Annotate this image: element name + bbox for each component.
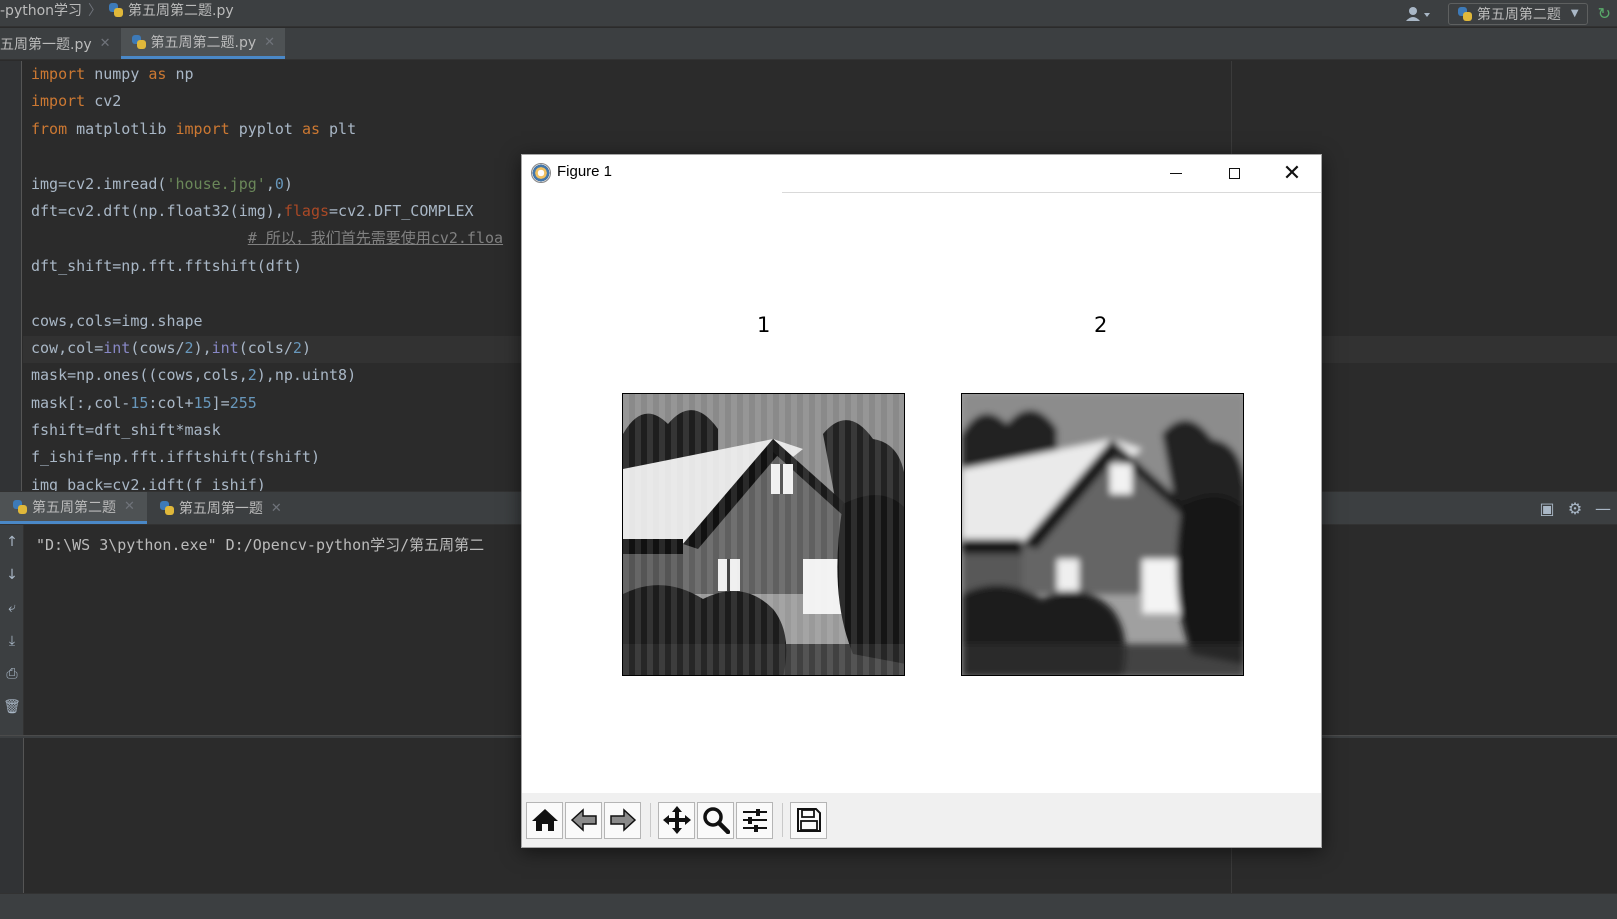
figure-title: Figure 1	[557, 163, 613, 180]
maximize-button[interactable]	[1205, 155, 1263, 192]
navbar-actions: 第五周第二题 ▼ ↻	[1398, 0, 1617, 27]
figure-canvas[interactable]: 1 2	[522, 193, 1321, 778]
close-button[interactable]: ✕	[1263, 155, 1321, 192]
code-lines: import numpy as np import cv2 from matplot…	[31, 61, 503, 491]
save-icon	[796, 808, 821, 832]
python-file-icon	[1457, 6, 1473, 22]
back-icon	[570, 808, 597, 832]
minimize-icon[interactable]: —	[1589, 494, 1617, 522]
arrow-up-icon[interactable]: ↑	[0, 525, 24, 558]
toolbar-separator	[650, 803, 651, 837]
subplot-2-image	[961, 393, 1244, 676]
editor-tabs: 五周第一题.py ✕ 第五周第二题.py ✕	[0, 28, 1617, 60]
rerun-icon[interactable]: ↻	[1598, 4, 1611, 23]
scroll-to-end-icon[interactable]: ⤓	[0, 624, 24, 657]
home-button[interactable]	[526, 801, 563, 839]
code-line: import numpy as np	[31, 65, 194, 83]
python-file-icon	[12, 499, 28, 515]
breadcrumb-project[interactable]: -python学习	[0, 0, 82, 20]
run-configuration-select[interactable]: 第五周第二题 ▼	[1447, 2, 1588, 25]
breadcrumb-separator: 〉	[88, 3, 103, 19]
editor-tab-second[interactable]: 第五周第二题.py ✕	[120, 28, 286, 59]
house-image-blurred	[962, 394, 1243, 675]
figure-titlebar[interactable]: Figure 1 ✕	[522, 155, 1321, 192]
code-line: img_back=cv2.idft(f_ishif)	[31, 475, 266, 491]
close-icon[interactable]: ✕	[124, 499, 135, 514]
run-tab-label: 第五周第二题	[32, 499, 116, 516]
run-tab-first[interactable]: 第五周第一题 ✕	[147, 492, 294, 524]
gear-icon[interactable]: ⚙	[1561, 494, 1589, 522]
house-image-filtered	[623, 394, 904, 675]
console-output: "D:\WS 3\python.exe" D:/Opencv-python学习/…	[36, 536, 485, 554]
editor-tab-first[interactable]: 五周第一题.py ✕	[0, 28, 121, 59]
code-line: dft=cv2.dft(np.float32(img),flags=cv2.DF…	[31, 201, 474, 220]
navigation-bar: -python学习 〉 第五周第二题.py 第五周第二题 ▼ ↻	[0, 0, 1617, 27]
minimize-icon	[1170, 173, 1182, 174]
code-line: import cv2	[31, 92, 122, 111]
python-file-icon	[159, 500, 175, 516]
lower-editor-gutter	[0, 738, 24, 893]
code-line: cow,col=int(cows/2),int(cols/2)	[31, 338, 311, 357]
run-configuration-label: 第五周第二题	[1476, 6, 1561, 23]
figure-toolbar	[522, 793, 1321, 847]
python-file-icon	[131, 34, 147, 50]
code-line: f_ishif=np.fft.ifftshift(fshift)	[31, 448, 320, 467]
run-tab-label: 第五周第一题	[178, 501, 263, 517]
back-button[interactable]	[565, 801, 602, 839]
arrow-down-icon[interactable]: ↓	[0, 558, 24, 591]
subplot-2-title: 2	[1094, 313, 1108, 337]
pan-icon	[662, 806, 691, 834]
run-panel-tools: ▣ ⚙ —	[1533, 492, 1617, 524]
soft-wrap-icon[interactable]: ⤶	[0, 591, 24, 624]
close-icon[interactable]: ✕	[271, 501, 282, 516]
code-line: dft_shift=np.fft.fftshift(dft)	[31, 256, 302, 275]
user-icon	[1405, 6, 1430, 21]
code-line: # 所以，我们首先需要使用cv2.floa	[247, 229, 504, 248]
subplot-1-title: 1	[757, 313, 771, 337]
code-line: from matplotlib import pyplot as plt	[31, 119, 357, 138]
code-line: cows,cols=img.shape	[31, 311, 203, 330]
editor-tab-label: 五周第一题.py	[0, 36, 92, 53]
run-tab-second[interactable]: 第五周第二题 ✕	[0, 492, 147, 524]
status-bar	[0, 893, 1617, 919]
minimize-button[interactable]	[1147, 155, 1205, 192]
python-file-icon	[108, 2, 124, 18]
subplot-1-image	[622, 393, 905, 676]
configure-subplots-button[interactable]	[736, 801, 773, 839]
restore-layout-icon[interactable]: ▣	[1533, 494, 1561, 522]
code-line: mask[:,col-15:col+15]=255	[31, 393, 257, 412]
forward-button[interactable]	[604, 801, 641, 839]
zoom-button[interactable]	[697, 801, 734, 839]
maximize-icon	[1228, 168, 1240, 179]
chevron-down-icon: ▼	[1570, 8, 1579, 19]
configure-subplots-icon	[742, 809, 767, 832]
code-line: img=cv2.imread('house.jpg',0)	[31, 174, 293, 193]
close-icon[interactable]: ✕	[264, 35, 275, 50]
code-line: mask=np.ones((cows,cols,2),np.uint8)	[31, 366, 357, 385]
editor-gutter	[0, 61, 22, 491]
toolbar-separator	[782, 803, 783, 837]
pan-button[interactable]	[658, 801, 695, 839]
save-button[interactable]	[790, 801, 827, 839]
close-icon[interactable]: ✕	[100, 36, 111, 51]
user-menu-button[interactable]	[1398, 3, 1438, 25]
breadcrumb-file[interactable]: 第五周第二题.py	[128, 0, 234, 20]
home-icon	[531, 809, 558, 831]
zoom-icon	[702, 807, 730, 834]
print-icon[interactable]: ⎙	[0, 657, 24, 690]
matplotlib-icon	[531, 163, 551, 183]
trash-icon[interactable]: 🗑	[0, 690, 24, 723]
code-line: fshift=dft_shift*mask	[31, 421, 221, 440]
run-side-toolbar: ↑ ↓ ⤶ ⤓ ⎙ 🗑	[0, 525, 24, 735]
breadcrumb: -python学习 〉 第五周第二题.py	[0, 0, 234, 20]
forward-icon	[609, 808, 636, 832]
code-line: ​	[31, 143, 503, 170]
figure-window[interactable]: Figure 1 ✕ 1 2	[521, 154, 1322, 848]
close-icon: ✕	[1282, 160, 1302, 186]
code-line: ​	[31, 280, 503, 307]
editor-tab-label: 第五周第二题.py	[150, 35, 257, 51]
